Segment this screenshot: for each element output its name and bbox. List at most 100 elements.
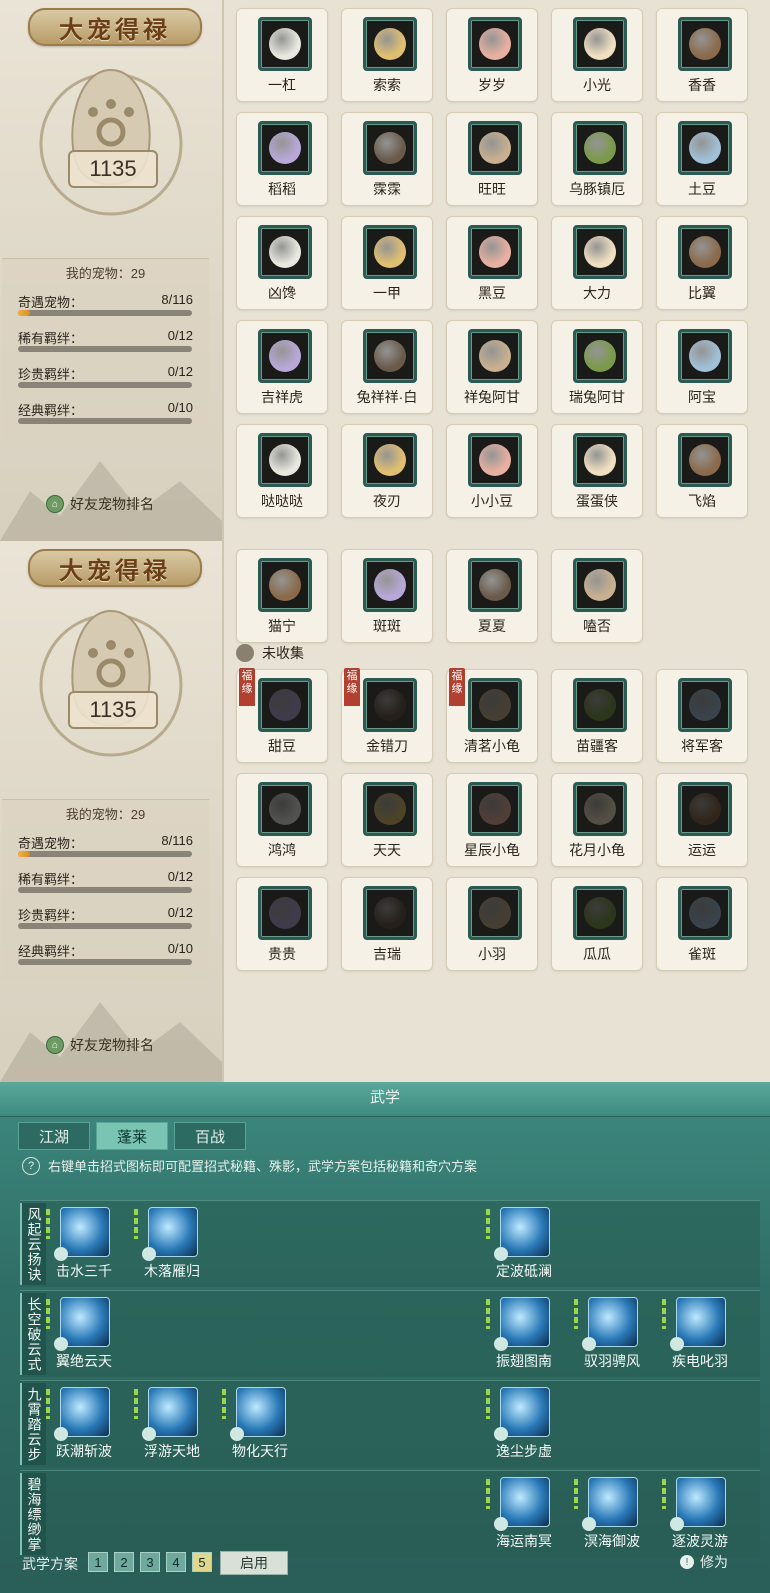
- play-icon[interactable]: [494, 1517, 508, 1531]
- skill-icon[interactable]: [676, 1297, 726, 1347]
- skill-icon[interactable]: [588, 1477, 638, 1527]
- play-icon[interactable]: [670, 1337, 684, 1351]
- pet-card[interactable]: 一杠: [236, 8, 328, 102]
- pet-card[interactable]: 夜刃: [341, 424, 433, 518]
- pet-card[interactable]: 阿宝: [656, 320, 748, 414]
- pet-card[interactable]: 雀斑: [656, 877, 748, 971]
- skill-slot[interactable]: 浮游天地: [132, 1383, 212, 1463]
- pet-card[interactable]: 贵贵: [236, 877, 328, 971]
- skill-icon[interactable]: [148, 1207, 198, 1257]
- play-icon[interactable]: [142, 1427, 156, 1441]
- play-icon[interactable]: [582, 1337, 596, 1351]
- pet-card[interactable]: 运运: [656, 773, 748, 867]
- friend-pet-ranking-link[interactable]: ⌂ 好友宠物排名: [46, 494, 154, 514]
- play-icon[interactable]: [494, 1337, 508, 1351]
- pet-card[interactable]: 吉瑞: [341, 877, 433, 971]
- play-icon[interactable]: [670, 1517, 684, 1531]
- pet-card[interactable]: 旺旺: [446, 112, 538, 206]
- skill-icon[interactable]: [500, 1207, 550, 1257]
- skill-icon[interactable]: [60, 1297, 110, 1347]
- pet-card[interactable]: 凶馋: [236, 216, 328, 310]
- play-icon[interactable]: [142, 1247, 156, 1261]
- pet-card[interactable]: 大力: [551, 216, 643, 310]
- skill-slot[interactable]: 木落雁归: [132, 1203, 212, 1283]
- plan-button-5[interactable]: 5: [192, 1552, 212, 1572]
- skill-slot[interactable]: 疾电叱羽: [660, 1293, 740, 1373]
- pet-card[interactable]: 香香: [656, 8, 748, 102]
- pet-card[interactable]: 清茗小龟 福缘: [446, 668, 538, 763]
- skill-slot[interactable]: 驭羽骋风: [572, 1293, 652, 1373]
- pet-card[interactable]: 天天: [341, 773, 433, 867]
- play-icon[interactable]: [494, 1427, 508, 1441]
- play-icon[interactable]: [54, 1247, 68, 1261]
- pet-card[interactable]: 鸿鸿: [236, 773, 328, 867]
- tab-penglai[interactable]: 蓬莱: [96, 1122, 168, 1150]
- play-icon[interactable]: [54, 1427, 68, 1441]
- pet-card[interactable]: 兔祥祥·白: [341, 320, 433, 414]
- skill-slot[interactable]: 逸尘步虚: [484, 1383, 564, 1463]
- pet-card[interactable]: 稻稻: [236, 112, 328, 206]
- pet-card[interactable]: 飞焰: [656, 424, 748, 518]
- skill-slot[interactable]: 跃潮斩波: [44, 1383, 124, 1463]
- pet-card[interactable]: 小羽: [446, 877, 538, 971]
- friend-pet-ranking-link[interactable]: ⌂ 好友宠物排名: [46, 1035, 154, 1055]
- pet-card[interactable]: 一甲: [341, 216, 433, 310]
- plan-button-3[interactable]: 3: [140, 1552, 160, 1572]
- pet-card[interactable]: 斑斑: [341, 549, 433, 643]
- skill-icon[interactable]: [500, 1297, 550, 1347]
- plan-button-4[interactable]: 4: [166, 1552, 186, 1572]
- skill-slot[interactable]: 物化天行: [220, 1383, 300, 1463]
- pet-card[interactable]: 苗疆客: [551, 669, 643, 763]
- pet-card[interactable]: 小小豆: [446, 424, 538, 518]
- pet-card[interactable]: 土豆: [656, 112, 748, 206]
- pet-card[interactable]: 吉祥虎: [236, 320, 328, 414]
- stat-value: 8/116: [161, 292, 193, 307]
- skill-icon[interactable]: [236, 1387, 286, 1437]
- pet-card[interactable]: 霂霂: [341, 112, 433, 206]
- skill-icon[interactable]: [148, 1387, 198, 1437]
- pet-card[interactable]: 蛋蛋侠: [551, 424, 643, 518]
- plan-button-1[interactable]: 1: [88, 1552, 108, 1572]
- skill-icon[interactable]: [588, 1297, 638, 1347]
- play-icon[interactable]: [54, 1337, 68, 1351]
- skill-icon[interactable]: [676, 1477, 726, 1527]
- pet-card[interactable]: 岁岁: [446, 8, 538, 102]
- skill-slot[interactable]: 逐波灵游: [660, 1473, 740, 1553]
- skill-icon[interactable]: [60, 1387, 110, 1437]
- skill-icon[interactable]: [60, 1207, 110, 1257]
- skill-slot[interactable]: 振翅图南: [484, 1293, 564, 1373]
- tab-baizhan[interactable]: 百战: [174, 1122, 246, 1150]
- martial-arts-title: 武学: [369, 1089, 400, 1106]
- pet-card[interactable]: 瑞兔阿甘: [551, 320, 643, 414]
- skill-icon[interactable]: [500, 1477, 550, 1527]
- pet-card[interactable]: 甜豆 福缘: [236, 668, 328, 763]
- play-icon[interactable]: [494, 1247, 508, 1261]
- pet-card[interactable]: 索索: [341, 8, 433, 102]
- play-icon[interactable]: [582, 1517, 596, 1531]
- pet-card[interactable]: 将军客: [656, 669, 748, 763]
- paw-icon: [236, 644, 254, 662]
- pet-card[interactable]: 祥兔阿甘: [446, 320, 538, 414]
- pet-card[interactable]: 瓜瓜: [551, 877, 643, 971]
- plan-button-2[interactable]: 2: [114, 1552, 134, 1572]
- skill-slot[interactable]: 海运南冥: [484, 1473, 564, 1553]
- skill-slot[interactable]: 溟海御波: [572, 1473, 652, 1553]
- pet-card[interactable]: 乌豚镇厄: [551, 112, 643, 206]
- pet-card[interactable]: 星辰小龟: [446, 773, 538, 867]
- tab-jianghu[interactable]: 江湖: [18, 1122, 90, 1150]
- skill-icon[interactable]: [500, 1387, 550, 1437]
- enable-button[interactable]: 启用: [220, 1551, 288, 1575]
- pet-card[interactable]: 比翼: [656, 216, 748, 310]
- pet-card[interactable]: 猫宁: [236, 549, 328, 643]
- skill-slot[interactable]: 翼绝云天: [44, 1293, 124, 1373]
- pet-card[interactable]: 嗑否: [551, 549, 643, 643]
- pet-card[interactable]: 夏夏: [446, 549, 538, 643]
- pet-card[interactable]: 金错刀 福缘: [341, 668, 433, 763]
- pet-card[interactable]: 小光: [551, 8, 643, 102]
- play-icon[interactable]: [230, 1427, 244, 1441]
- skill-slot[interactable]: 击水三千: [44, 1203, 124, 1283]
- pet-card[interactable]: 黑豆: [446, 216, 538, 310]
- pet-card[interactable]: 花月小龟: [551, 773, 643, 867]
- skill-slot[interactable]: 定波砥澜: [484, 1203, 564, 1283]
- pet-card[interactable]: 哒哒哒: [236, 424, 328, 518]
